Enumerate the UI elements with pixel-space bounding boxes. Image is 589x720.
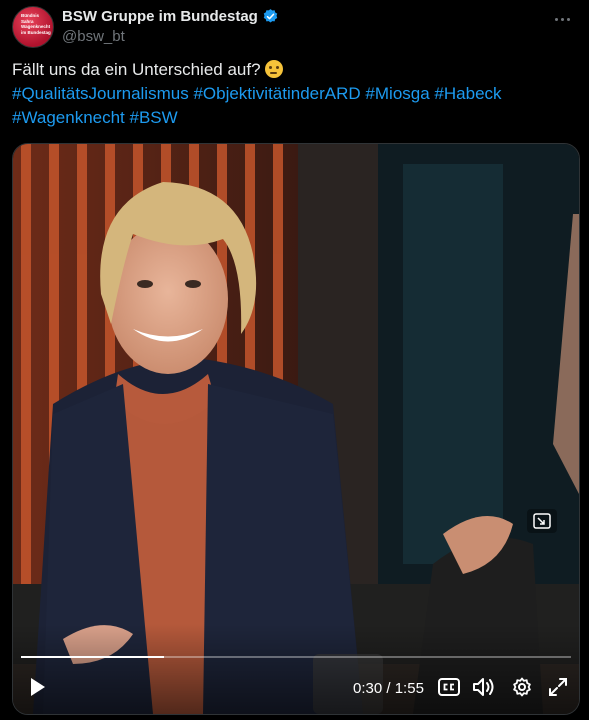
hashtag-wagenknecht[interactable]: #Wagenknecht [12,108,125,127]
avatar-logo: Bündnis Sahra Wagenknecht im Bundestag [21,13,51,35]
fullscreen-icon[interactable] [545,674,571,700]
verified-badge-icon[interactable] [262,8,279,25]
hashtag-bsw[interactable]: #BSW [130,108,178,127]
volume-icon[interactable] [471,674,497,700]
avatar[interactable]: Bündnis Sahra Wagenknecht im Bundestag [12,6,54,48]
hashtag-qualitaetsjournalismus[interactable]: #QualitätsJournalismus [12,84,189,103]
picture-in-picture-icon[interactable] [527,509,557,533]
tweet-header: Bündnis Sahra Wagenknecht im Bundestag B… [12,6,577,50]
video-player[interactable]: 0:30 / 1:55 [12,143,580,715]
hashtag-objektivitaet[interactable]: #ObjektivitätinderARD [193,84,360,103]
tweet-text: Fällt uns da ein Unterschied auf? #Quali… [12,58,572,130]
name-row: BSW Gruppe im Bundestag [62,8,279,25]
thinking-face-icon [265,60,284,78]
settings-icon[interactable] [509,674,535,700]
tweet-main-text: Fällt uns da ein Unterschied auf? [12,60,261,79]
video-time: 0:30 / 1:55 [353,680,424,697]
current-time: 0:30 [353,680,383,697]
progress-fill [21,656,164,658]
duration: 1:55 [394,680,424,697]
handle[interactable]: @bsw_bt [62,28,125,45]
video-controls-overlay [13,624,579,714]
hashtag-miosga[interactable]: #Miosga [365,84,429,103]
display-name[interactable]: BSW Gruppe im Bundestag [62,8,258,25]
time-separator: / [386,680,391,697]
progress-bar[interactable] [21,656,571,658]
closed-captions-icon[interactable] [437,674,461,700]
hashtag-habeck[interactable]: #Habeck [434,84,501,103]
more-options-icon[interactable] [551,8,573,30]
play-icon[interactable] [25,674,51,700]
